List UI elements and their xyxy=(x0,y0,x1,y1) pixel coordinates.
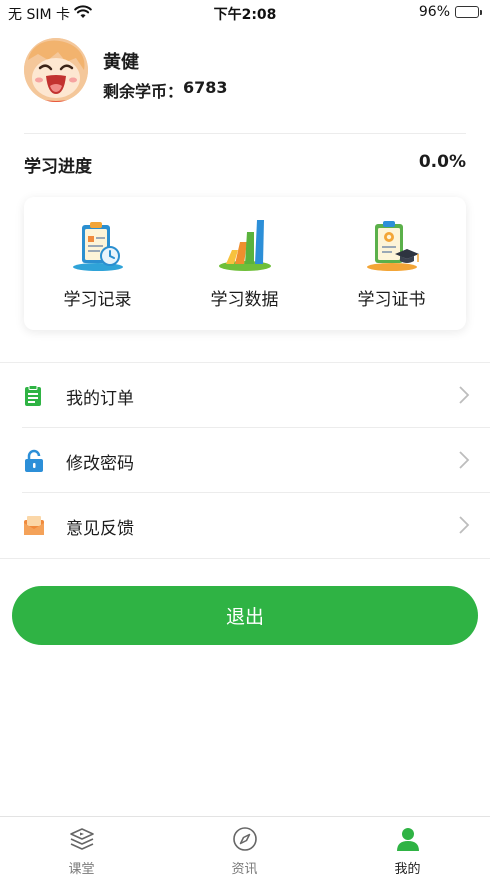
tab-label: 课堂 xyxy=(68,862,95,876)
tab-news[interactable]: 资讯 xyxy=(163,817,326,876)
lock-icon xyxy=(22,449,46,473)
battery-percent: 96% xyxy=(418,4,450,20)
feedback-mail-icon xyxy=(22,514,46,538)
tab-bar: 课堂 资讯 我的 xyxy=(0,816,490,876)
menu-label: 意见反馈 xyxy=(66,519,134,539)
study-record-label: 学习记录 xyxy=(63,290,132,310)
menu-label: 修改密码 xyxy=(66,454,134,474)
bar-chart-icon xyxy=(216,216,274,274)
tab-mine[interactable]: 我的 xyxy=(326,817,489,876)
tab-classroom[interactable]: 课堂 xyxy=(0,817,163,876)
logout-button[interactable]: 退出 xyxy=(12,586,478,645)
classroom-icon xyxy=(69,826,95,852)
certificate-icon xyxy=(363,216,421,274)
avatar[interactable] xyxy=(24,38,88,102)
chevron-right-icon xyxy=(458,450,470,470)
study-certificate-button[interactable]: 学习证书 xyxy=(318,197,465,330)
divider xyxy=(24,133,466,134)
menu-item-change-password[interactable]: 修改密码 xyxy=(0,428,490,493)
status-right: 96% xyxy=(419,4,482,20)
progress-value: 0.0% xyxy=(418,152,466,172)
compass-icon xyxy=(232,826,258,852)
chevron-right-icon xyxy=(458,385,470,405)
tab-label: 资讯 xyxy=(231,862,258,876)
status-bar: 无 SIM 卡 下午2:08 96% xyxy=(0,0,490,26)
study-shortcut-card: 学习记录 学习数据 学习证书 xyxy=(24,197,466,330)
settings-menu: 我的订单 修改密码 意见反馈 xyxy=(0,363,490,558)
clipboard-clock-icon xyxy=(69,216,127,274)
coin-balance: 剩余学币： 6783 xyxy=(103,78,228,102)
coin-label: 剩余学币： xyxy=(103,82,184,101)
order-list-icon xyxy=(22,384,46,408)
menu-label: 我的订单 xyxy=(66,389,134,409)
progress-label: 学习进度 xyxy=(24,157,92,177)
coin-value: 6783 xyxy=(183,78,228,97)
study-data-button[interactable]: 学习数据 xyxy=(171,197,318,330)
study-progress-row: 学习进度 0.0% xyxy=(24,152,466,177)
user-name: 黄健 xyxy=(103,52,139,73)
menu-item-feedback[interactable]: 意见反馈 xyxy=(0,493,490,558)
study-certificate-label: 学习证书 xyxy=(357,290,426,310)
person-icon xyxy=(395,826,421,852)
study-record-button[interactable]: 学习记录 xyxy=(24,197,171,330)
chevron-right-icon xyxy=(458,515,470,535)
status-time: 下午2:08 xyxy=(213,7,277,23)
tab-label: 我的 xyxy=(394,862,421,876)
menu-item-my-orders[interactable]: 我的订单 xyxy=(0,363,490,428)
divider xyxy=(0,558,490,559)
study-data-label: 学习数据 xyxy=(210,290,279,310)
profile-header: 黄健 剩余学币： 6783 xyxy=(24,38,466,104)
battery-icon xyxy=(455,6,482,18)
